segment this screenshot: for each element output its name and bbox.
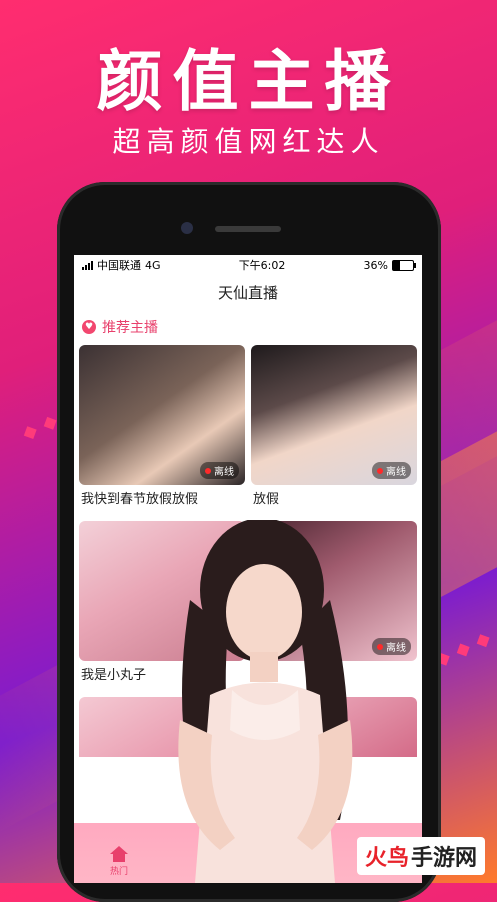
promo-subtitle: 超高颜值网红达人 (112, 125, 385, 158)
streamer-name: 我快到春节放假放假 (81, 492, 199, 507)
battery-icon (392, 259, 416, 271)
tab-home[interactable]: 热门 (94, 846, 144, 883)
offline-badge: 离线 (372, 462, 411, 479)
streamer-thumbnail[interactable]: 离线 (79, 345, 245, 485)
section-header: ♥ 推荐主播 (74, 309, 422, 345)
tab-home-label: 热门 (109, 867, 128, 877)
promo-model-image (178, 520, 353, 883)
status-dot-icon (205, 467, 211, 474)
front-camera (181, 222, 193, 234)
offline-badge: 离线 (200, 462, 239, 479)
nav-bar: 天仙直播 (74, 275, 422, 309)
heart-icon: ♥ (82, 320, 96, 334)
status-dot-icon (377, 467, 383, 474)
carrier-label: 中国联通 (97, 259, 141, 272)
earpiece-speaker (215, 226, 281, 232)
section-title: 推荐主播 (102, 320, 158, 336)
promo-title: 颜值主播 (96, 43, 401, 120)
home-icon (110, 846, 128, 862)
battery-percent: 36% (363, 258, 388, 272)
status-bar: 中国联通 4G 下午6:02 36% (74, 255, 422, 275)
streamer-card[interactable]: 离线 我快到春节放假放假 (79, 345, 245, 515)
streamer-thumbnail[interactable]: 离线 (251, 345, 417, 485)
streamer-name: 放假 (253, 492, 280, 507)
signal-icon (82, 260, 93, 270)
watermark-logo: 火鸟 手游网 (356, 837, 485, 875)
clock: 下午6:02 (238, 259, 286, 272)
app-title: 天仙直播 (217, 283, 278, 302)
network-label: 4G (145, 258, 161, 272)
streamer-card[interactable]: 离线 放假 (251, 345, 417, 515)
